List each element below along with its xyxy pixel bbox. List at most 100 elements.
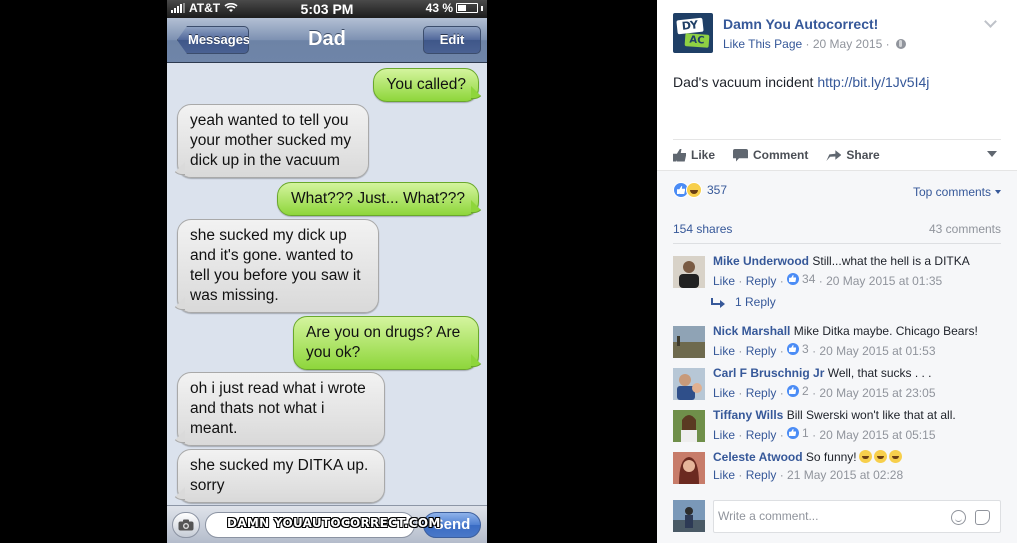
message-bubble-sent[interactable]: What??? Just... What???	[277, 182, 479, 216]
logo-text-bottom: AC	[684, 33, 710, 48]
iphone-messages-screen: AT&T 5:03 PM 43 % Messages Dad Edit You …	[167, 0, 487, 543]
globe-icon	[895, 39, 906, 49]
like-reaction-icon	[787, 385, 800, 397]
comment-text: Well, that sucks . . .	[827, 366, 932, 380]
comment-input[interactable]: Write a comment...	[713, 500, 1001, 533]
comment-meta: Like · Reply · 34 · 20 May 2015 at 01:35	[713, 272, 943, 288]
message-bubble-sent[interactable]: You called?	[373, 68, 479, 102]
comment-text: Mike Ditka maybe. Chicago Bears!	[793, 324, 978, 338]
emoji-icon[interactable]	[951, 510, 966, 525]
commenter-name[interactable]: Celeste Atwood	[713, 450, 803, 464]
comment-reply-link[interactable]: Reply	[746, 344, 777, 358]
view-replies-link[interactable]: 1 Reply	[711, 295, 776, 309]
like-button[interactable]: Like	[673, 148, 715, 162]
like-reaction-icon	[787, 343, 800, 355]
comment-time[interactable]: 21 May 2015 at 02:28	[787, 468, 903, 482]
comments-count[interactable]: 43 comments	[929, 222, 1001, 236]
comment-reply-link[interactable]: Reply	[746, 468, 777, 482]
reaction-summary[interactable]: 357	[673, 182, 727, 198]
laughing-emoji-icon	[873, 450, 887, 463]
comment-reply-link[interactable]: Reply	[746, 386, 777, 400]
battery-percent: 43 %	[425, 1, 453, 15]
commenter-name[interactable]: Nick Marshall	[713, 324, 790, 338]
comment-time[interactable]: 20 May 2015 at 23:05	[819, 386, 935, 400]
commenter-name[interactable]: Carl F Bruschnig Jr	[713, 366, 824, 380]
message-composer: Send DAMN YOUAUTOCORRECT.COM	[167, 505, 487, 543]
comment-meta: Like · Reply · 2 · 20 May 2015 at 23:05	[713, 384, 936, 400]
page-avatar[interactable]: DY AC	[673, 13, 713, 53]
chevron-down-icon[interactable]	[984, 15, 997, 28]
top-comments-dropdown[interactable]: Top comments	[913, 185, 1001, 199]
post-body: Dad's vacuum incident http://bit.ly/1Jv5…	[673, 74, 929, 90]
status-bar: AT&T 5:03 PM 43 %	[167, 0, 487, 18]
comment-text: Bill Swerski won't like that at all.	[786, 408, 956, 422]
message-bubble-received[interactable]: oh i just read what i wrote and thats no…	[177, 372, 385, 446]
post-link[interactable]: http://bit.ly/1Jv5I4j	[817, 74, 929, 90]
battery-indicator: 43 %	[426, 1, 483, 15]
like-reaction-icon	[787, 273, 800, 285]
comment-like-count[interactable]: 3	[787, 342, 809, 356]
comment-button[interactable]: Comment	[733, 148, 808, 162]
comment-like-count[interactable]: 34	[787, 272, 815, 286]
like-reaction-icon	[787, 427, 800, 439]
camera-icon	[178, 519, 194, 531]
logo-text-top: DY	[676, 17, 704, 35]
avatar[interactable]	[673, 368, 705, 400]
share-icon	[826, 150, 842, 161]
avatar[interactable]	[673, 326, 705, 358]
comment-meta: Like · Reply · 21 May 2015 at 02:28	[713, 468, 904, 482]
page-name-link[interactable]: Damn You Autocorrect!	[723, 16, 878, 32]
avatar[interactable]	[673, 256, 705, 288]
comment-like-link[interactable]: Like	[713, 386, 735, 400]
comment-icon	[733, 148, 749, 162]
post-header: DY AC Damn You Autocorrect! Like This Pa…	[673, 13, 1001, 58]
comment-like-link[interactable]: Like	[713, 428, 735, 442]
comment-text: So funny!	[805, 450, 857, 464]
avatar[interactable]	[673, 410, 705, 442]
message-bubble-received[interactable]: she sucked my dick up and it's gone. wan…	[177, 219, 379, 313]
message-bubble-received[interactable]: she sucked my DITKA up. sorry	[177, 449, 385, 503]
comment-meta: Like · Reply · 1 · 20 May 2015 at 05:15	[713, 426, 936, 442]
comment-text: Still...what the hell is a DITKA	[812, 254, 970, 268]
caret-down-icon[interactable]	[987, 151, 997, 157]
commenter-name[interactable]: Tiffany Wills	[713, 408, 783, 422]
comment-like-link[interactable]: Like	[713, 468, 735, 482]
post-meta: Like This Page · 20 May 2015 ·	[723, 37, 906, 51]
post-date[interactable]: 20 May 2015	[813, 37, 882, 51]
comment-reply-link[interactable]: Reply	[746, 428, 777, 442]
haha-reaction-icon	[686, 182, 702, 198]
divider	[673, 139, 1001, 140]
laughing-emoji-icon	[888, 450, 902, 463]
reactions-and-comments: 357 Top comments 154 shares 43 comments …	[657, 170, 1017, 543]
comment-like-link[interactable]: Like	[713, 344, 735, 358]
reply-count: 1 Reply	[735, 295, 776, 309]
reply-arrow-icon	[711, 298, 725, 308]
avatar[interactable]	[673, 452, 705, 484]
comment-like-count[interactable]: 1	[787, 426, 809, 440]
facebook-post-panel: DY AC Damn You Autocorrect! Like This Pa…	[657, 0, 1017, 543]
comment-meta: Like · Reply · 3 · 20 May 2015 at 01:53	[713, 342, 936, 358]
screenshot: AT&T 5:03 PM 43 % Messages Dad Edit You …	[0, 0, 1017, 543]
share-button[interactable]: Share	[826, 148, 880, 162]
comment-like-count[interactable]: 2	[787, 384, 809, 398]
thumbs-up-icon	[673, 148, 686, 162]
comment-time[interactable]: 20 May 2015 at 05:15	[819, 428, 935, 442]
laughing-emoji-icon	[858, 450, 872, 463]
comment-input-placeholder: Write a comment...	[718, 509, 819, 523]
comment-like-link[interactable]: Like	[713, 274, 735, 288]
battery-icon	[456, 3, 478, 13]
sticker-icon[interactable]	[975, 510, 990, 525]
comment-time[interactable]: 20 May 2015 at 01:35	[826, 274, 942, 288]
like-label: Like	[691, 148, 716, 162]
camera-button[interactable]	[172, 512, 200, 538]
message-bubble-received[interactable]: yeah wanted to tell you your mother suck…	[177, 104, 369, 178]
shares-link[interactable]: 154 shares	[673, 222, 732, 236]
commenter-name[interactable]: Mike Underwood	[713, 254, 809, 268]
message-bubble-sent[interactable]: Are you on drugs? Are you ok?	[293, 316, 479, 370]
message-thread[interactable]: You called? yeah wanted to tell you your…	[167, 63, 487, 505]
comment-time[interactable]: 20 May 2015 at 01:53	[819, 344, 935, 358]
post-text: Dad's vacuum incident	[673, 74, 814, 90]
edit-button[interactable]: Edit	[423, 26, 481, 54]
comment-reply-link[interactable]: Reply	[746, 274, 777, 288]
like-page-link[interactable]: Like This Page	[723, 37, 802, 51]
